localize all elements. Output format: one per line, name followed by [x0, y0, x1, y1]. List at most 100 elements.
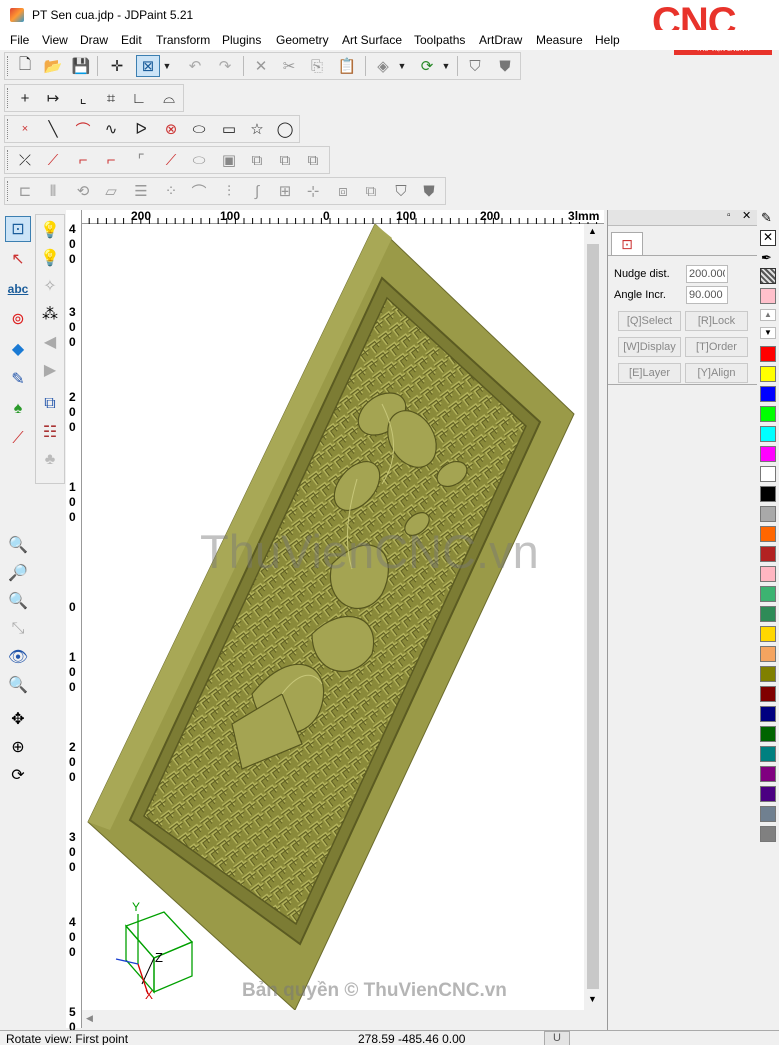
open-folder-icon[interactable]: 📂 [41, 55, 65, 77]
offset-ellipse-icon[interactable]: ⬭ [187, 149, 211, 171]
delete-icon[interactable]: ✕ [249, 55, 273, 77]
layers-icon[interactable]: ☷ [37, 419, 63, 445]
corner-icon[interactable]: ⌞ [71, 87, 95, 109]
skew-icon[interactable]: ▱ [99, 180, 123, 202]
color-swatch[interactable] [760, 446, 776, 462]
corner-trim-icon[interactable]: ⌜ [129, 149, 153, 171]
no-color-icon[interactable]: ✕ [760, 230, 776, 246]
line-icon[interactable]: ╲ [41, 118, 65, 140]
current-color-swatch[interactable] [760, 288, 776, 304]
color-swatch[interactable] [760, 466, 776, 482]
lock-button[interactable]: [R]Lock [685, 311, 748, 331]
scroll-up-icon[interactable]: ▲ [588, 226, 597, 236]
display-button[interactable]: [W]Display [618, 337, 681, 357]
menu-geometry[interactable]: Geometry [276, 33, 329, 47]
color-swatch[interactable] [760, 606, 776, 622]
refresh-dropdown-icon[interactable]: ▼ [439, 55, 453, 77]
menu-toolpaths[interactable]: Toolpaths [414, 33, 465, 47]
mirror-icon[interactable]: ⫴ [41, 180, 65, 202]
relief-tool-icon[interactable]: ⊚ [5, 306, 31, 332]
circle-icon[interactable]: ◯ [273, 118, 297, 140]
color-swatch[interactable] [760, 746, 776, 762]
ellipse-icon[interactable]: ⬭ [187, 118, 211, 140]
shield-icon-2[interactable]: ⛊ [417, 180, 441, 202]
pen-icon[interactable]: ✎ [761, 210, 772, 226]
palette-scroll-down-icon[interactable]: ▼ [760, 327, 776, 339]
knife-tool-icon[interactable]: ⟋ [5, 426, 31, 452]
color-swatch[interactable] [760, 486, 776, 502]
scroll-thumb[interactable] [587, 244, 599, 989]
select-tool-icon[interactable]: ⊡ [5, 216, 31, 242]
shield-half-icon[interactable]: ⛉ [463, 55, 487, 77]
node-edit-icon[interactable]: ⊹ [301, 180, 325, 202]
color-swatch[interactable] [760, 506, 776, 522]
scroll-left-icon[interactable]: ◀ [86, 1013, 93, 1024]
menu-transform[interactable]: Transform [156, 33, 210, 47]
color-swatch[interactable] [760, 706, 776, 722]
toolbar-grip[interactable] [7, 56, 10, 76]
redo-icon[interactable]: ↷ [213, 55, 237, 77]
vertical-scrollbar[interactable]: ▲ ▼ [584, 224, 602, 1010]
zoom-previous-icon[interactable]: ⤡ [5, 616, 31, 642]
menu-plugins[interactable]: Plugins [222, 33, 261, 47]
stack-icon[interactable]: ☰ [129, 180, 153, 202]
text-tool-icon[interactable]: abc [5, 276, 31, 302]
dimension-icon[interactable]: ↦ [41, 87, 65, 109]
color-swatch[interactable] [760, 766, 776, 782]
fill-tool-icon[interactable]: ◆ [5, 336, 31, 362]
refresh-icon[interactable]: ⟳ [415, 55, 439, 77]
point-icon[interactable]: + [13, 87, 37, 109]
arrow-right-icon[interactable]: ▶ [37, 357, 63, 383]
color-swatch[interactable] [760, 726, 776, 742]
menu-file[interactable]: File [10, 33, 29, 47]
menu-art-surface[interactable]: Art Surface [342, 33, 402, 47]
zoom-window-icon[interactable]: 🔍 [5, 532, 31, 558]
brush-light-icon[interactable]: ✧ [37, 273, 63, 299]
zoom-out-icon[interactable]: 🔎 [5, 560, 31, 586]
layer-button[interactable]: [E]Layer [618, 363, 681, 383]
draw-point-icon[interactable]: × [13, 118, 37, 140]
nudge-distance-input[interactable] [686, 265, 728, 283]
panel-restore-icon[interactable]: ▫ [727, 210, 731, 221]
align-button[interactable]: [Y]Align [685, 363, 748, 383]
toolbar-grip[interactable] [7, 119, 10, 139]
color-swatch[interactable] [760, 346, 776, 362]
spline-icon[interactable]: ∿ [99, 118, 123, 140]
node-tool-icon[interactable]: ↖ [5, 246, 31, 272]
eyedropper-icon[interactable]: ✒ [761, 250, 772, 266]
color-swatch[interactable] [760, 386, 776, 402]
paint-tool-icon[interactable]: ✎ [5, 366, 31, 392]
shade-dropdown-icon[interactable]: ▼ [395, 55, 409, 77]
select-box-icon[interactable]: ⊠ [136, 55, 160, 77]
color-swatch[interactable] [760, 666, 776, 682]
lasso-icon[interactable]: ⌓ [157, 87, 181, 109]
weld-icon[interactable]: ⧈ [331, 180, 355, 202]
toolbar-grip[interactable] [7, 181, 10, 201]
color-swatch[interactable] [760, 786, 776, 802]
pan-icon[interactable]: ✥ [5, 706, 31, 732]
select-button[interactable]: [Q]Select [618, 311, 681, 331]
copy-icon[interactable]: ⎘ [305, 55, 329, 77]
group-icon[interactable]: ⧉ [245, 149, 269, 171]
palette-scroll-up-icon[interactable]: ▲ [760, 309, 776, 321]
drawing-canvas[interactable]: Y Z X ThuVienCNC.vn Bản quyền © ThuVienC… [82, 224, 584, 1010]
star-icon[interactable]: ☆ [245, 118, 269, 140]
color-swatch[interactable] [760, 806, 776, 822]
color-swatch[interactable] [760, 626, 776, 642]
path-icon[interactable]: ∫ [245, 180, 269, 202]
rotate-icon[interactable]: ⟲ [71, 180, 95, 202]
curve-array-icon[interactable]: ⌒ [187, 180, 211, 202]
bbox-icon[interactable]: ⌗ [99, 87, 123, 109]
select-dropdown-icon[interactable]: ▼ [160, 55, 174, 77]
panel-close-icon[interactable]: ✕ [742, 209, 751, 222]
polyline-icon[interactable]: ᐅ [129, 118, 153, 140]
shield-icon[interactable]: ⛊ [493, 55, 517, 77]
bulb-green-icon[interactable]: 💡 [37, 217, 63, 243]
grid-snap-icon[interactable]: ⊞ [273, 180, 297, 202]
lamp-grey-icon[interactable]: ♣ [37, 447, 63, 473]
color-swatch[interactable] [760, 686, 776, 702]
copy-light-icon[interactable]: ⧉ [37, 391, 63, 417]
undo-icon[interactable]: ↶ [183, 55, 207, 77]
eye-icon[interactable]: 👁 [5, 644, 31, 670]
array-icon[interactable]: ⁘ [159, 180, 183, 202]
